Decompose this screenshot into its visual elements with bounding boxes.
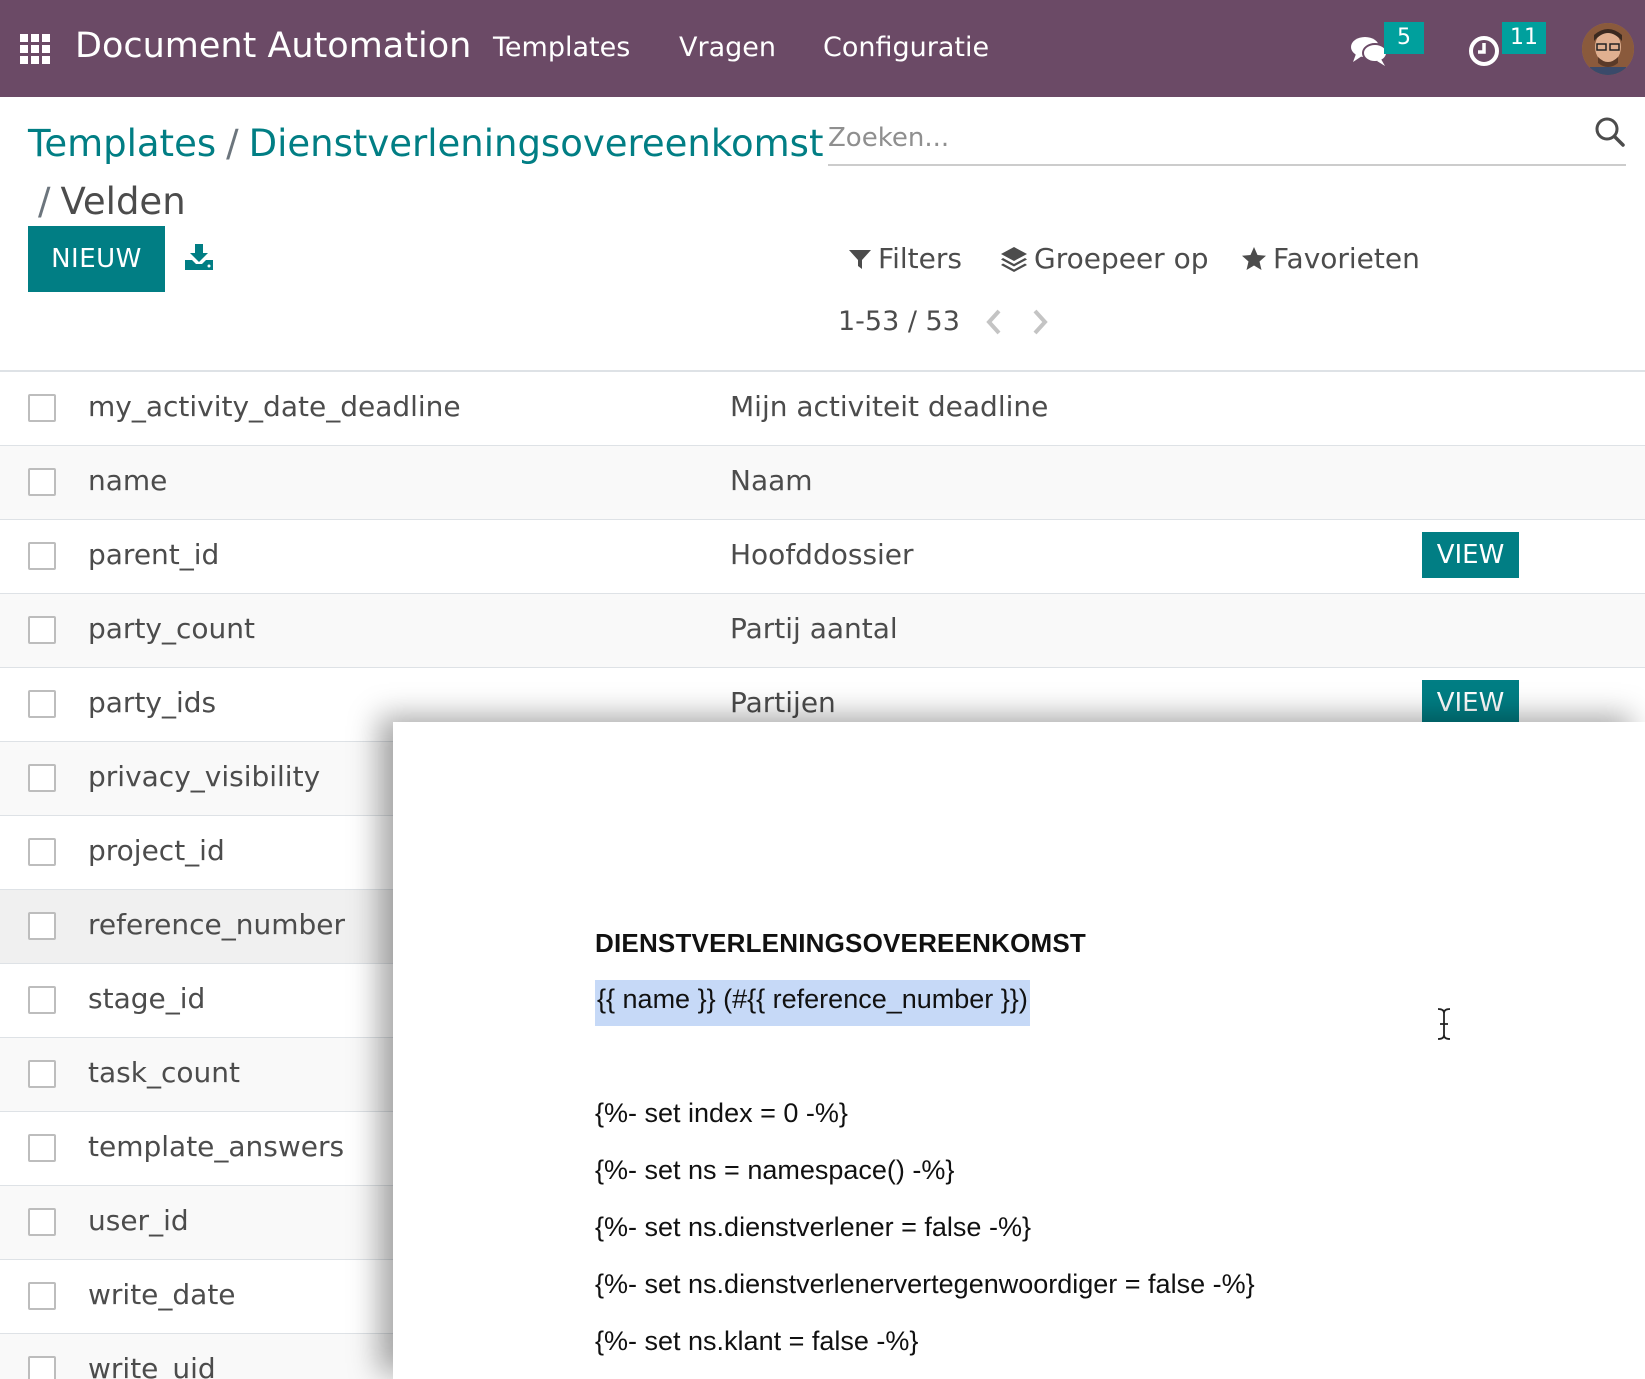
field-name: template_answers: [88, 1130, 345, 1163]
group-by-button[interactable]: Groepeer op: [1000, 242, 1209, 275]
filters-button[interactable]: Filters: [848, 242, 962, 275]
field-name: my_activity_date_deadline: [88, 390, 461, 423]
text-cursor-icon: [1437, 1008, 1451, 1040]
top-navbar: Document Automation Templates Vragen Con…: [0, 0, 1645, 97]
user-avatar[interactable]: [1582, 23, 1634, 75]
field-name: stage_id: [88, 982, 206, 1015]
document-line[interactable]: {%- set ns.dienstverlener = false -%}: [595, 1212, 1031, 1243]
field-name: parent_id: [88, 538, 220, 571]
breadcrumb-separator: /: [38, 180, 51, 223]
field-description: Hoofddossier: [730, 538, 914, 571]
document-line[interactable]: {{ name }} (#{{ reference_number }}): [595, 980, 1030, 1026]
chat-count-badge: 5: [1384, 22, 1424, 54]
field-name: privacy_visibility: [88, 760, 321, 793]
field-name: party_count: [88, 612, 255, 645]
view-button[interactable]: VIEW: [1422, 680, 1519, 726]
pager-value[interactable]: 1-53 / 53: [838, 306, 960, 337]
view-button[interactable]: VIEW: [1422, 532, 1519, 578]
filter-icon: [849, 249, 871, 269]
field-name: user_id: [88, 1204, 189, 1237]
row-checkbox[interactable]: [28, 690, 56, 718]
menu-vragen[interactable]: Vragen: [679, 32, 776, 63]
row-checkbox[interactable]: [28, 468, 56, 496]
field-description: Partijen: [730, 686, 836, 719]
document-line[interactable]: {%- set index = 0 -%}: [595, 1098, 848, 1129]
table-row[interactable]: name Naam: [0, 446, 1645, 520]
favorites-button[interactable]: Favorieten: [1241, 242, 1420, 275]
row-checkbox[interactable]: [28, 1208, 56, 1236]
search-input[interactable]: [828, 118, 1568, 158]
row-checkbox[interactable]: [28, 838, 56, 866]
apps-grid-icon[interactable]: [20, 34, 50, 64]
row-checkbox[interactable]: [28, 986, 56, 1014]
field-name: party_ids: [88, 686, 217, 719]
breadcrumb-templates[interactable]: Templates: [28, 122, 216, 165]
table-row[interactable]: my_activity_date_deadline Mijn activitei…: [0, 372, 1645, 446]
search-icon[interactable]: [1594, 116, 1626, 148]
download-icon[interactable]: [185, 244, 213, 270]
breadcrumb: Templates / Dienstverleningsovereenkomst /…: [28, 115, 823, 231]
table-row[interactable]: parent_id Hoofddossier VIEW: [0, 520, 1645, 594]
breadcrumb-current: Velden: [60, 180, 186, 223]
layers-icon: [1001, 246, 1027, 272]
selected-text[interactable]: {{ name }} (#{{ reference_number }}): [595, 980, 1030, 1026]
activity-menu[interactable]: 11: [1468, 22, 1548, 74]
row-checkbox[interactable]: [28, 394, 56, 422]
field-name: project_id: [88, 834, 225, 867]
field-name: reference_number: [88, 908, 345, 941]
chat-icon: [1351, 37, 1388, 66]
breadcrumb-separator: /: [226, 122, 239, 165]
document-line[interactable]: {%- set ns = namespace() -%}: [595, 1155, 954, 1186]
field-description: Partij aantal: [730, 612, 898, 645]
favorites-label: Favorieten: [1273, 242, 1420, 275]
field-name: name: [88, 464, 168, 497]
breadcrumb-dienstverleningsovereenkomst[interactable]: Dienstverleningsovereenkomst: [249, 122, 824, 165]
document-line[interactable]: {%- set ns.klant = false -%}: [595, 1326, 918, 1357]
document-title: DIENSTVERLENINGSOVEREENKOMST: [595, 928, 1086, 958]
clock-icon: [1469, 36, 1499, 66]
row-checkbox[interactable]: [28, 542, 56, 570]
field-description: Naam: [730, 464, 813, 497]
menu-configuratie[interactable]: Configuratie: [823, 32, 989, 63]
row-checkbox[interactable]: [28, 1282, 56, 1310]
row-checkbox[interactable]: [28, 1134, 56, 1162]
activity-count-badge: 11: [1502, 22, 1546, 54]
filters-label: Filters: [878, 242, 962, 275]
group-by-label: Groepeer op: [1034, 242, 1209, 275]
field-name: write_date: [88, 1278, 236, 1311]
row-checkbox[interactable]: [28, 764, 56, 792]
star-icon: [1242, 246, 1266, 270]
app-title[interactable]: Document Automation: [75, 26, 471, 66]
row-checkbox[interactable]: [28, 616, 56, 644]
table-row[interactable]: party_count Partij aantal: [0, 594, 1645, 668]
row-checkbox[interactable]: [28, 1356, 56, 1379]
row-checkbox[interactable]: [28, 1060, 56, 1088]
field-name: task_count: [88, 1056, 240, 1089]
document-line[interactable]: {%- set ns.dienstverlenervertegenwoordig…: [595, 1269, 1255, 1300]
document-preview[interactable]: DIENSTVERLENINGSOVEREENKOMST {{ name }} …: [393, 722, 1645, 1379]
field-description: Mijn activiteit deadline: [730, 390, 1049, 423]
row-checkbox[interactable]: [28, 912, 56, 940]
menu-templates[interactable]: Templates: [493, 32, 630, 63]
search-box: [828, 108, 1626, 166]
messaging-menu[interactable]: 5: [1350, 22, 1430, 74]
field-name: write_uid: [88, 1352, 216, 1379]
new-button[interactable]: NIEUW: [28, 226, 165, 292]
chevron-right-icon[interactable]: [1030, 308, 1050, 336]
chevron-left-icon[interactable]: [984, 308, 1004, 336]
